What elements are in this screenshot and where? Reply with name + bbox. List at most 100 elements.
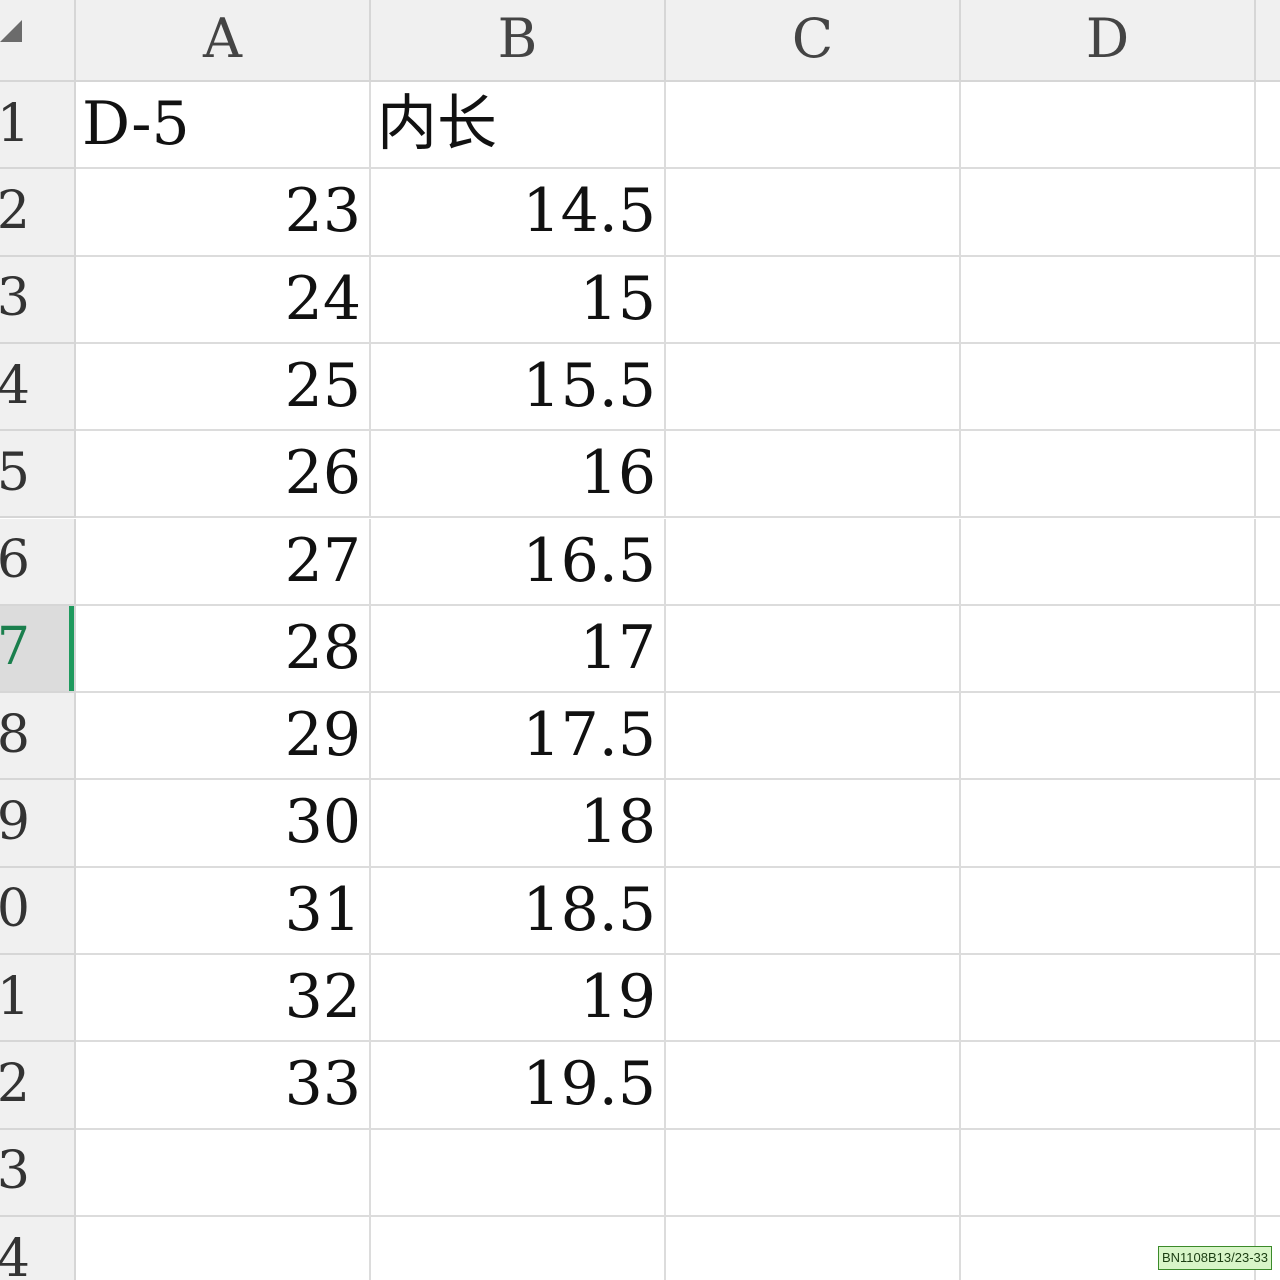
cell-e8[interactable]	[1256, 693, 1280, 781]
cell-b12[interactable]: 19.5	[371, 1042, 666, 1130]
cell-a11[interactable]: 32	[76, 955, 371, 1043]
select-all-corner[interactable]	[0, 0, 76, 82]
cell-b2[interactable]: 14.5	[371, 169, 666, 257]
cell-b10[interactable]: 18.5	[371, 867, 666, 955]
row-number: 7	[0, 617, 30, 678]
row-header-14[interactable]: 14	[0, 1216, 76, 1280]
cell-d5[interactable]	[961, 431, 1256, 519]
cell-a6[interactable]: 27	[76, 518, 371, 606]
cell-d4[interactable]	[961, 343, 1256, 432]
row-header-1[interactable]: 1	[0, 82, 76, 170]
cell-a3[interactable]: 24	[76, 256, 371, 344]
cell-a8[interactable]: 29	[76, 693, 371, 781]
cell-c7[interactable]	[666, 605, 961, 694]
cell-b11[interactable]: 19	[371, 955, 666, 1043]
cell-a5[interactable]: 26	[76, 431, 371, 519]
cell-e2[interactable]	[1256, 169, 1280, 257]
cell-e5[interactable]	[1256, 431, 1280, 519]
cell-c3[interactable]	[666, 256, 961, 344]
cell-a14[interactable]	[76, 1216, 371, 1280]
cell-b7[interactable]: 17	[371, 605, 666, 694]
cell-a2[interactable]: 23	[76, 169, 371, 257]
row-number: 3	[0, 268, 30, 329]
cell-d2[interactable]	[961, 169, 1256, 257]
row-header-10[interactable]: 10	[0, 867, 76, 955]
cell-d13[interactable]	[961, 1129, 1256, 1217]
cell-a1[interactable]: D-5	[76, 82, 371, 170]
row-header-9[interactable]: 9	[0, 780, 76, 868]
spreadsheet-grid: ABCD 1234567891011121314 D-5内长2314.52415…	[0, 0, 1280, 1280]
cell-b9[interactable]: 18	[371, 780, 666, 868]
row-number: 8	[0, 704, 30, 765]
cell-c5[interactable]	[666, 431, 961, 519]
cell-e11[interactable]	[1256, 955, 1280, 1043]
column-header-a[interactable]: A	[76, 0, 371, 82]
cell-c11[interactable]	[666, 955, 961, 1043]
cell-d11[interactable]	[961, 955, 1256, 1043]
cell-c13[interactable]	[666, 1129, 961, 1217]
cell-e12[interactable]	[1256, 1042, 1280, 1130]
cell-d6[interactable]	[961, 518, 1256, 606]
cell-d3[interactable]	[961, 256, 1256, 344]
cell-a7[interactable]: 28	[76, 605, 371, 694]
cell-a10[interactable]: 31	[76, 867, 371, 955]
cell-b13[interactable]	[371, 1129, 666, 1217]
cell-c10[interactable]	[666, 867, 961, 955]
row-header-11[interactable]: 11	[0, 955, 76, 1043]
cell-b14[interactable]	[371, 1216, 666, 1280]
cell-e3[interactable]	[1256, 257, 1280, 344]
row-number: 12	[0, 1053, 30, 1114]
cell-d9[interactable]	[961, 780, 1256, 868]
select-all-triangle-icon	[0, 20, 22, 42]
cell-b6[interactable]: 16.5	[371, 518, 666, 606]
cell-d7[interactable]	[961, 605, 1256, 694]
cell-b5[interactable]: 16	[371, 431, 666, 519]
cell-c14[interactable]	[666, 1216, 961, 1280]
row-number: 11	[0, 966, 30, 1027]
cell-e1[interactable]	[1256, 82, 1280, 170]
row-number: 6	[0, 529, 30, 590]
row-header-12[interactable]: 12	[0, 1042, 76, 1130]
row-header-7[interactable]: 7	[0, 605, 76, 694]
row-header-3[interactable]: 3	[0, 256, 76, 344]
cell-b4[interactable]: 15.5	[371, 343, 666, 432]
cell-e10[interactable]	[1256, 868, 1280, 955]
row-header-8[interactable]: 8	[0, 693, 76, 781]
cell-a13[interactable]	[76, 1129, 371, 1217]
cell-c8[interactable]	[666, 693, 961, 781]
cell-e7[interactable]	[1256, 606, 1280, 694]
cell-c9[interactable]	[666, 780, 961, 868]
row-number: 14	[0, 1228, 30, 1280]
label-stamp: BN1108B13/23-33	[1157, 1246, 1272, 1270]
cell-a4[interactable]: 25	[76, 343, 371, 432]
cell-e13[interactable]	[1256, 1130, 1280, 1217]
row-number: 9	[0, 791, 30, 852]
row-number: 2	[0, 180, 30, 241]
cell-a9[interactable]: 30	[76, 780, 371, 868]
column-header-overflow[interactable]	[1256, 0, 1280, 82]
cell-d8[interactable]	[961, 693, 1256, 781]
cell-d10[interactable]	[961, 867, 1256, 955]
cell-c4[interactable]	[666, 343, 961, 432]
row-header-5[interactable]: 5	[0, 431, 76, 519]
cell-c12[interactable]	[666, 1042, 961, 1130]
cell-c6[interactable]	[666, 518, 961, 606]
cell-d1[interactable]	[961, 82, 1256, 170]
cell-c1[interactable]	[666, 82, 961, 170]
cell-e9[interactable]	[1256, 780, 1280, 868]
cell-b1[interactable]: 内长	[371, 82, 666, 170]
cell-e4[interactable]	[1256, 344, 1280, 432]
cell-a12[interactable]: 33	[76, 1042, 371, 1130]
cell-b8[interactable]: 17.5	[371, 693, 666, 781]
column-header-d[interactable]: D	[961, 0, 1256, 82]
cell-c2[interactable]	[666, 169, 961, 257]
column-header-c[interactable]: C	[666, 0, 961, 82]
cell-d12[interactable]	[961, 1042, 1256, 1130]
cell-b3[interactable]: 15	[371, 256, 666, 344]
cell-e6[interactable]	[1256, 519, 1280, 606]
row-header-13[interactable]: 13	[0, 1129, 76, 1217]
row-header-6[interactable]: 6	[0, 518, 76, 606]
row-header-4[interactable]: 4	[0, 343, 76, 432]
column-header-b[interactable]: B	[371, 0, 666, 82]
row-header-2[interactable]: 2	[0, 169, 76, 257]
